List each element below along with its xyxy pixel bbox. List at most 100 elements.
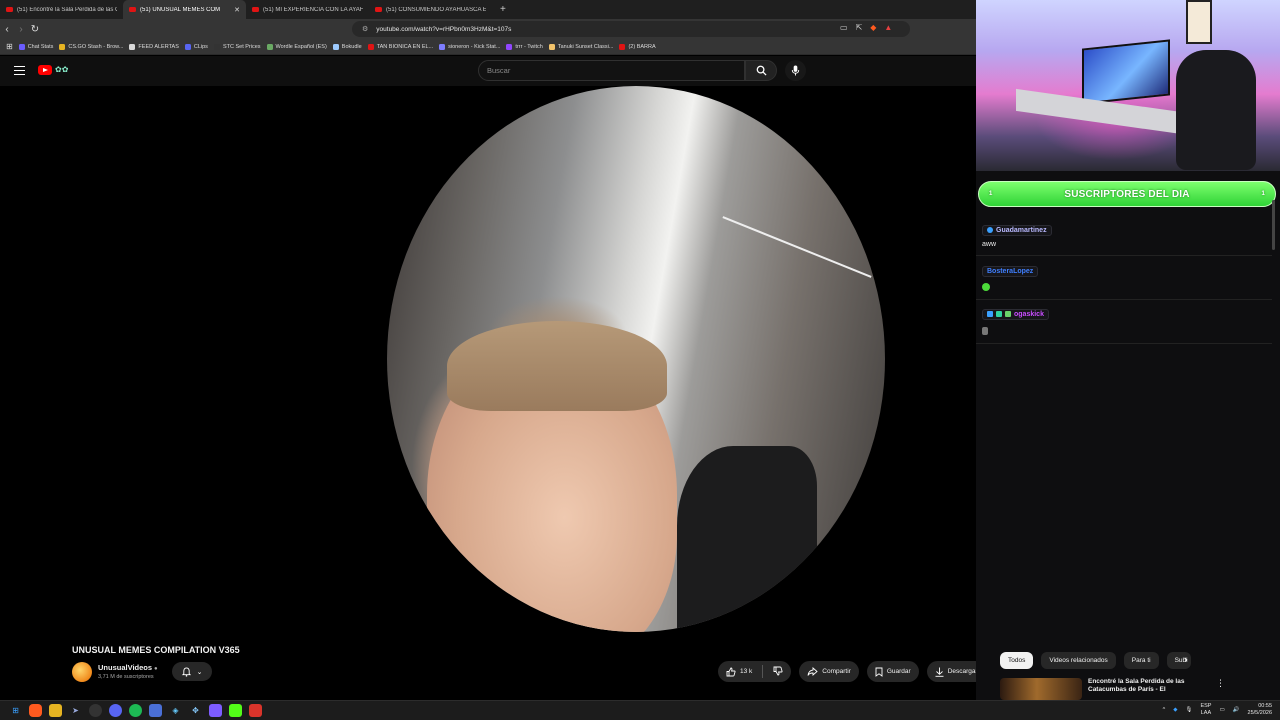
bookmark-item[interactable]: trrr - Twitch xyxy=(506,43,543,50)
forward-icon[interactable]: › xyxy=(14,24,28,35)
bookmarks-bar: ⊞ Chat Stats CS.GO Stash - Brow... FEED … xyxy=(0,39,976,55)
bell-icon xyxy=(181,666,191,677)
bookmark-label: CLips xyxy=(193,43,208,50)
bookmark-item[interactable]: (2) BARRA xyxy=(619,43,656,50)
new-tab-icon[interactable]: + xyxy=(492,4,514,15)
obs-icon[interactable] xyxy=(89,704,102,717)
back-icon[interactable]: ‹ xyxy=(0,24,14,35)
volume-icon[interactable]: 🔊 xyxy=(1233,707,1240,713)
share-button[interactable]: Compartir xyxy=(799,661,859,682)
video-app-icon[interactable] xyxy=(249,704,262,717)
file-explorer-icon[interactable] xyxy=(49,704,62,717)
language-indicator[interactable]: ESP LAA xyxy=(1200,703,1211,716)
share-label: Compartir xyxy=(822,668,851,675)
recommended-video[interactable]: Encontré la Sala Perdida de las Catacumb… xyxy=(1000,678,1272,700)
share-icon[interactable]: ⇱ xyxy=(856,23,863,32)
network-app-icon[interactable]: ◈ xyxy=(169,704,182,717)
bookmark-label: TAN BIONICA EN EL... xyxy=(376,43,434,50)
rewards-icon[interactable]: ▲ xyxy=(884,23,892,32)
dislike-button[interactable] xyxy=(773,666,783,678)
youtube-logo-icon[interactable] xyxy=(38,65,52,75)
close-tab-icon[interactable]: ✕ xyxy=(234,6,240,14)
channel-name[interactable]: UnusualVideos xyxy=(98,663,152,672)
chat-username: ogaskick xyxy=(1014,310,1044,318)
tab-title: (51) MI EXPERIENCIA CON LA AYAH xyxy=(263,6,363,13)
tray-app-icon[interactable]: ◆ xyxy=(1173,707,1177,713)
windows-taskbar: ⊞ ➤ ◈ ✥ ^ ◆ 🎙 ESP LAA ▭ 🔊 00:55 25/5/2026 xyxy=(0,700,1280,720)
doodle-icon[interactable]: ✿✿ xyxy=(55,65,68,74)
chat-app-icon[interactable] xyxy=(149,704,162,717)
chip-todos[interactable]: Todos xyxy=(1000,652,1034,669)
app-icon[interactable]: ➤ xyxy=(69,704,82,717)
youtube-header: ✿✿ xyxy=(0,56,976,86)
cast-icon[interactable]: ▭ xyxy=(840,23,848,32)
more-options-icon[interactable]: ⋮ xyxy=(1216,678,1225,700)
tray-chevron-icon[interactable]: ^ xyxy=(1163,707,1166,713)
search-field[interactable] xyxy=(478,60,745,81)
bookmark-item[interactable]: Chat Stats xyxy=(18,43,53,50)
bookmark-item[interactable]: CLips xyxy=(184,43,208,50)
video-title: UNUSUAL MEMES COMPILATION V365 xyxy=(72,645,240,655)
recommended-title[interactable]: Encontré la Sala Perdida de las Catacumb… xyxy=(1088,678,1206,700)
controller-icon[interactable]: ✥ xyxy=(189,704,202,717)
alert-icon xyxy=(129,43,136,50)
kick-app-icon[interactable] xyxy=(229,704,242,717)
twitch-icon xyxy=(506,43,513,50)
bookmark-item[interactable]: Wordle Español (ES) xyxy=(266,43,327,50)
video-thumbnail[interactable] xyxy=(1000,678,1082,700)
spotify-icon[interactable] xyxy=(129,704,142,717)
diamond-icon xyxy=(59,43,66,50)
like-dislike-group: 13 k xyxy=(718,661,792,682)
bookmark-item[interactable]: TAN BIONICA EN EL... xyxy=(367,43,434,50)
chip-for-you[interactable]: Para ti xyxy=(1123,652,1159,669)
clock[interactable]: 00:55 25/5/2026 xyxy=(1248,703,1272,716)
chat-username-tag[interactable]: Guadamartinez xyxy=(982,224,1052,236)
thumbs-down-icon xyxy=(773,666,783,675)
chevron-right-icon[interactable]: › xyxy=(1184,654,1188,666)
verified-icon: ● xyxy=(154,666,158,672)
chip-related[interactable]: Videos relacionados xyxy=(1041,652,1116,669)
discord-icon[interactable] xyxy=(109,704,122,717)
network-icon[interactable]: ▭ xyxy=(1219,707,1224,713)
channel-name-row[interactable]: UnusualVideos ● xyxy=(98,663,158,672)
video-player[interactable] xyxy=(0,86,976,635)
chevron-down-icon: ⌄ xyxy=(196,668,203,676)
address-bar: ‹ › ↻ ⚙ youtube.com/watch?v=rHPbn0m3HzM&… xyxy=(0,19,976,39)
twitch-app-icon[interactable] xyxy=(209,704,222,717)
url-field[interactable]: ⚙ youtube.com/watch?v=rHPbn0m3HzM&t=107s xyxy=(352,21,910,37)
bookmark-item[interactable]: CS.GO Stash - Brow... xyxy=(59,43,123,50)
browser-tab-3[interactable]: (51) MI EXPERIENCIA CON LA AYAH xyxy=(246,0,369,19)
menu-icon[interactable] xyxy=(14,66,25,75)
bookmark-item[interactable]: sioneron - Kick Stat... xyxy=(439,43,500,50)
tab-strip: (51) Encontré la Sala Perdida de las C (… xyxy=(0,0,976,19)
browser-tab-2[interactable]: (51) UNUSUAL MEMES COM ✕ xyxy=(123,0,246,19)
brave-shields-icon[interactable]: ◆ xyxy=(870,23,876,32)
chat-username-tag[interactable]: ogaskick xyxy=(982,308,1049,320)
language-line1: ESP xyxy=(1200,703,1212,709)
apps-grid-icon[interactable]: ⊞ xyxy=(6,42,13,51)
save-button[interactable]: Guardar xyxy=(866,661,919,682)
bookmark-item[interactable]: STC Set Prices xyxy=(213,43,261,50)
search-button[interactable] xyxy=(745,60,777,81)
site-settings-icon[interactable]: ⚙ xyxy=(362,25,368,33)
microphone-tray-icon[interactable]: 🎙 xyxy=(1185,707,1192,713)
notification-button[interactable]: ⌄ xyxy=(172,662,212,681)
brave-browser-icon[interactable] xyxy=(29,704,42,717)
windows-start-icon[interactable]: ⊞ xyxy=(9,704,22,717)
search-icon xyxy=(756,65,767,76)
like-button[interactable]: 13 k xyxy=(726,667,752,677)
search-input[interactable] xyxy=(487,66,744,75)
bookmark-item[interactable]: Bokudle xyxy=(332,43,362,50)
browser-tab-1[interactable]: (51) Encontré la Sala Perdida de las C xyxy=(0,0,123,19)
url-text: youtube.com/watch?v=rHPbn0m3HzM&t=107s xyxy=(376,25,512,33)
reload-icon[interactable]: ↻ xyxy=(28,24,42,35)
chat-username-tag[interactable]: BosteraLopez xyxy=(982,266,1039,277)
video-hood xyxy=(677,446,817,632)
bookmark-item[interactable]: Tanuki Sunset Classi... xyxy=(548,43,613,50)
voice-search-button[interactable] xyxy=(785,60,806,81)
browser-tab-4[interactable]: (51) CONSUMIENDO AYAHUASCA E xyxy=(369,0,492,19)
bookmark-item[interactable]: FEED ALERTAS xyxy=(129,43,179,50)
channel-avatar[interactable] xyxy=(72,662,92,682)
youtube-icon xyxy=(367,43,374,50)
clock-date: 25/5/2026 xyxy=(1247,709,1272,716)
